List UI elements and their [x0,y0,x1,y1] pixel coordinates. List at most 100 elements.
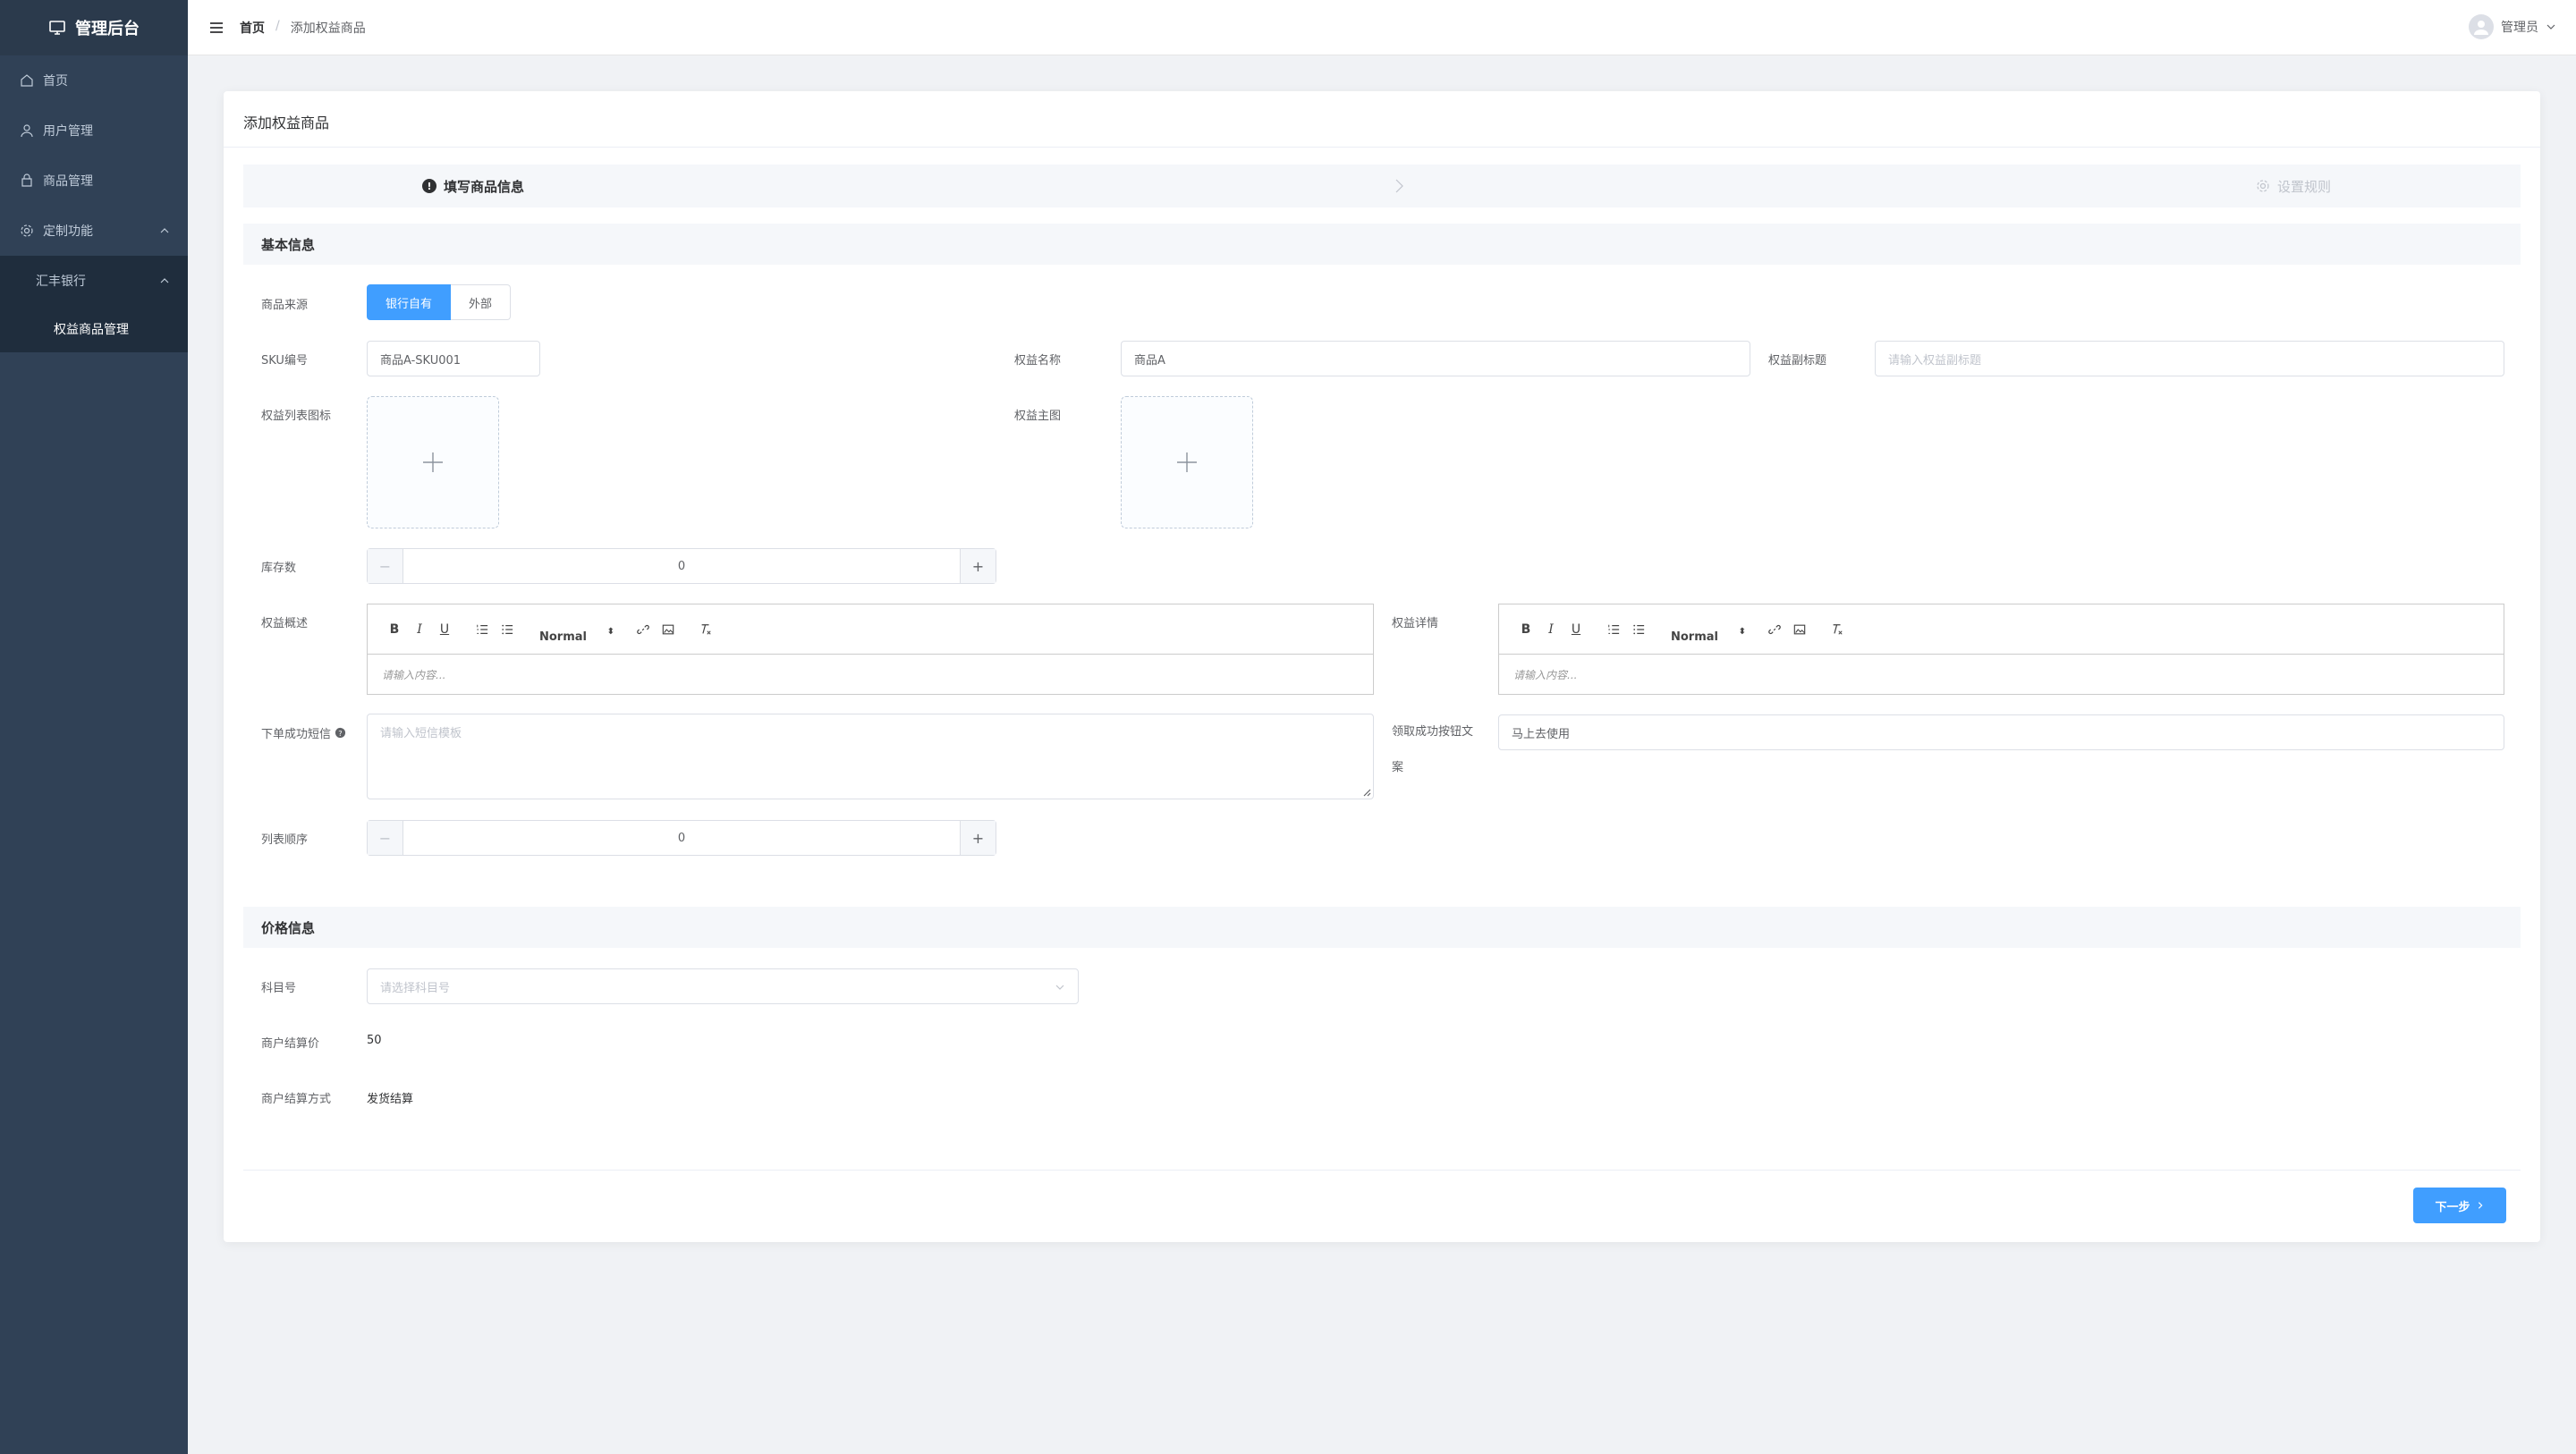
source-option-bank[interactable]: 银行自有 [367,284,452,320]
next-step-button[interactable]: 下一步 [2413,1188,2506,1223]
name-input[interactable]: 商品A [1121,341,1750,376]
main-image-upload[interactable] [1121,396,1253,528]
stock-decrement-button[interactable]: − [368,549,403,583]
breadcrumb-home[interactable]: 首页 [240,19,265,37]
bold-button[interactable]: B [1513,619,1538,640]
source-option-external[interactable]: 外部 [451,284,512,320]
ordered-list-button[interactable] [1601,619,1626,640]
sidebar-item-custom[interactable]: 定制功能 [0,206,188,256]
source-label: 商品来源 [261,299,309,312]
ordered-list-button[interactable] [470,619,495,640]
button-text-label-line2: 案 [1392,761,1404,774]
chevron-up-icon [160,228,169,233]
stock-increment-button[interactable]: + [960,549,996,583]
image-icon [1793,624,1806,634]
subtitle-label: 权益副标题 [1768,354,1827,368]
gear-icon [20,224,34,238]
image-icon [662,624,674,634]
detail-editor-content[interactable]: 请输入内容... [1499,655,2504,694]
sidebar-item-hsbc[interactable]: 汇丰银行 [0,256,188,306]
order-increment-button[interactable]: + [960,821,996,855]
user-name: 管理员 [2501,21,2538,35]
source-radio-group: 银行自有 外部 [367,284,512,320]
link-icon [1768,624,1781,634]
sms-label-text: 下单成功短信 [261,728,332,741]
breadcrumb-separator: / [275,18,280,33]
step-label: 填写商品信息 [444,178,525,195]
sidebar-item-label: 商品管理 [43,174,93,189]
sidebar: 管理后台 首页 用户管理 商品管理 定制功能 汇丰银行 权益商品管理 [0,0,188,1454]
bold-button[interactable]: B [382,619,407,640]
underline-button[interactable]: U [1563,619,1589,640]
format-select[interactable]: Normal ⬍ [1664,622,1750,644]
bullet-list-button[interactable] [1626,619,1651,640]
sidebar-logo[interactable]: 管理后台 [0,0,188,55]
stock-label: 库存数 [261,562,297,575]
chevron-up-icon [160,278,169,283]
italic-button[interactable]: I [407,619,432,640]
list-icon-upload[interactable] [367,396,499,528]
hamburger-icon[interactable] [208,19,225,37]
order-decrement-button[interactable]: − [368,821,403,855]
form-card: 添加权益商品 ! 填写商品信息 设置规则 基本信息 商品来源 银行自有 外部 S… [224,91,2540,1242]
top-navbar: 首页 / 添加权益商品 管理员 [188,0,2576,55]
ordered-list-icon [477,624,488,634]
detail-label: 权益详情 [1392,617,1439,630]
editor-toolbar: B I U Normal ⬍ [368,604,1373,655]
subtitle-input[interactable]: 请输入权益副标题 [1875,341,2504,376]
settle-method-value: 发货结算 [367,1093,414,1106]
order-stepper[interactable]: − 0 + [367,820,996,856]
sidebar-item-benefit-products[interactable]: 权益商品管理 [0,306,188,352]
format-select-value: Normal [1671,630,1718,644]
sms-label: 下单成功短信 ? [261,724,346,741]
sms-textarea[interactable]: 请输入短信模板 [367,714,1374,799]
button-text-input[interactable]: 马上去使用 [1498,714,2504,750]
format-select[interactable]: Normal ⬍ [532,622,618,644]
avatar [2469,14,2494,39]
editor-toolbar: B I U Normal ⬍ [1499,604,2504,655]
user-avatar-icon [2474,21,2488,35]
steps-bar: ! 填写商品信息 设置规则 [243,165,2521,207]
clear-format-icon [701,623,711,635]
link-button[interactable] [631,619,656,640]
sku-input[interactable]: 商品A-SKU001 [367,341,540,376]
underline-button[interactable]: U [432,619,457,640]
resize-handle-icon[interactable] [1360,786,1371,797]
select-arrows-icon: ⬍ [606,626,614,637]
clear-format-button[interactable] [693,619,718,640]
order-value[interactable]: 0 [403,821,960,855]
detail-editor: B I U Normal ⬍ 请输入内容... [1498,604,2504,695]
italic-button[interactable]: I [1538,619,1563,640]
chevron-right-icon [2478,1202,2482,1209]
sidebar-item-products[interactable]: 商品管理 [0,156,188,206]
sidebar-item-label: 权益商品管理 [54,323,129,337]
ordered-list-icon [1608,624,1620,634]
button-text-label: 领取成功按钮文 案 [1392,724,1490,776]
stock-stepper[interactable]: − 0 + [367,548,996,584]
account-select-placeholder: 请选择科目号 [380,981,451,995]
format-select-value: Normal [539,630,587,644]
image-button[interactable] [1787,619,1812,640]
order-label: 列表顺序 [261,833,309,847]
overview-editor-content[interactable]: 请输入内容... [368,655,1373,694]
plus-icon [1177,452,1197,472]
list-icon-label: 权益列表图标 [261,410,332,423]
link-button[interactable] [1762,619,1787,640]
sidebar-item-label: 汇丰银行 [36,275,86,289]
sidebar-item-home[interactable]: 首页 [0,55,188,106]
sidebar-title: 管理后台 [75,20,140,38]
image-button[interactable] [656,619,681,640]
clear-format-button[interactable] [1825,619,1850,640]
account-select[interactable]: 请选择科目号 [367,968,1079,1004]
bullet-list-icon [1633,624,1645,634]
plus-icon [423,452,443,472]
chevron-right-icon [1395,179,1403,193]
question-icon[interactable]: ? [335,727,346,739]
sidebar-item-users[interactable]: 用户管理 [0,106,188,156]
stock-value[interactable]: 0 [403,549,960,583]
user-menu[interactable]: 管理员 [2469,14,2556,39]
bullet-list-button[interactable] [495,619,520,640]
sms-placeholder: 请输入短信模板 [380,727,462,740]
card-divider [224,147,2540,148]
select-arrows-icon: ⬍ [1738,626,1746,637]
